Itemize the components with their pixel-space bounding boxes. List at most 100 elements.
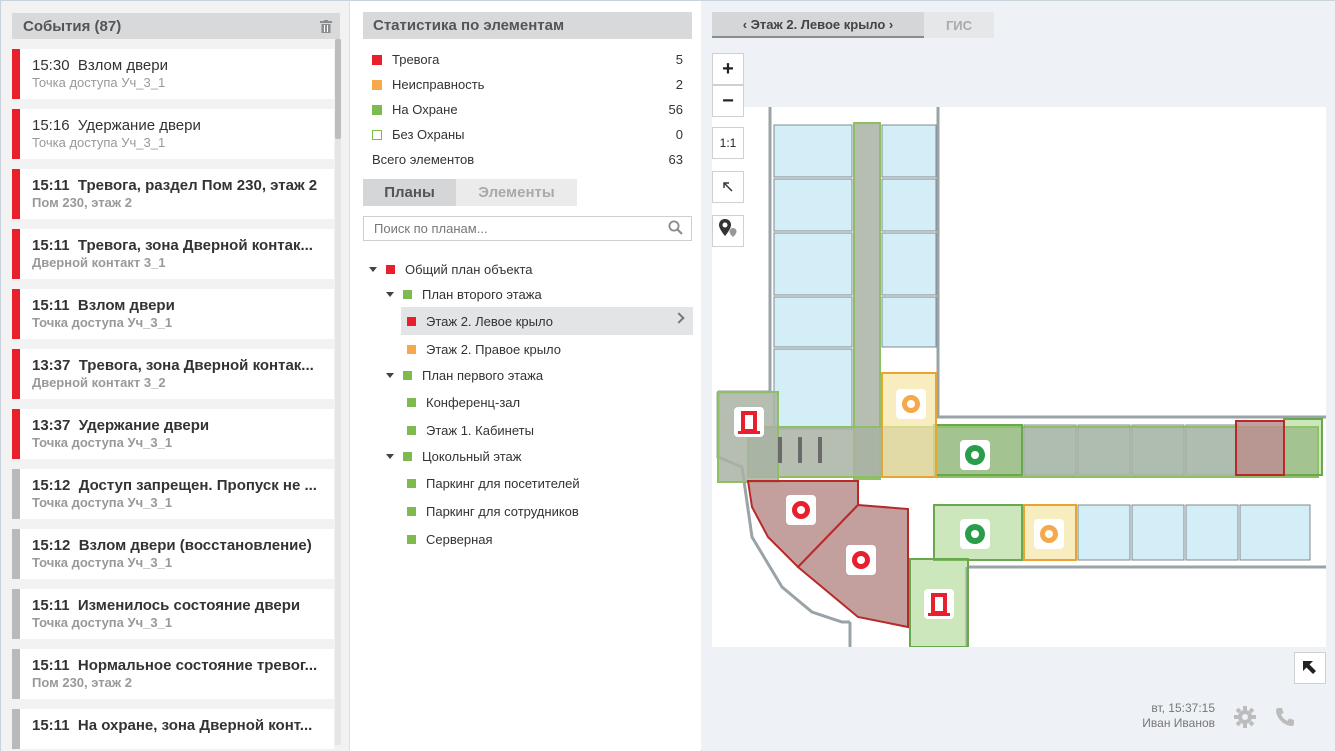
event-title: 15:11 На охране, зона Дверной конт... bbox=[32, 717, 332, 734]
search-icon[interactable] bbox=[668, 220, 683, 238]
event-time: 15:11 bbox=[32, 177, 70, 194]
event-time: 15:11 bbox=[32, 597, 70, 614]
tab-elements[interactable]: Элементы bbox=[456, 179, 577, 206]
stat-total-value: 63 bbox=[668, 152, 683, 167]
stats-header: Статистика по элементам bbox=[363, 12, 692, 39]
event-time: 13:37 bbox=[32, 417, 71, 434]
event-text: Изменилось состояние двери bbox=[77, 597, 301, 614]
event-time: 15:11 bbox=[32, 657, 70, 674]
event-title: 15:11 Взлом двери bbox=[32, 297, 332, 314]
event-item[interactable]: 13:37 Удержание двери Точка доступа Уч_3_… bbox=[12, 409, 334, 459]
event-item[interactable]: 15:16 Удержание двери Точка доступа Уч_3_… bbox=[12, 109, 334, 159]
tree-item[interactable]: Общий план объекта bbox=[363, 257, 693, 282]
stat-value: 2 bbox=[675, 77, 683, 92]
status-datetime: вт, 15:37:15 bbox=[1151, 701, 1215, 715]
event-time: 15:11 bbox=[32, 297, 70, 314]
status-color-swatch bbox=[407, 425, 416, 435]
tree-item-label: Цокольный этаж bbox=[422, 449, 522, 464]
tree-item[interactable]: Конференц-зал bbox=[401, 388, 693, 416]
map-viewport[interactable]: + − 1:1 bbox=[712, 39, 1326, 648]
event-item[interactable]: 15:30 Взлом двери Точка доступа Уч_3_1 bbox=[12, 49, 334, 99]
tree-item-label: Этаж 2. Левое крыло bbox=[426, 313, 553, 329]
event-title: 15:30 Взлом двери bbox=[32, 57, 332, 74]
event-item[interactable]: 15:12 Взлом двери (восстановление) Точка … bbox=[12, 529, 334, 579]
event-item[interactable]: 13:37 Тревога, зона Дверной контак... Две… bbox=[12, 349, 334, 399]
stat-row: На Охране 56 bbox=[372, 97, 683, 122]
expand-arrow-icon bbox=[1303, 661, 1316, 674]
event-item[interactable]: 15:11 Взлом двери Точка доступа Уч_3_1 bbox=[12, 289, 334, 339]
events-scroll-thumb[interactable] bbox=[335, 39, 341, 139]
tree-item-label: Паркинг для сотрудников bbox=[426, 503, 579, 519]
zoom-in-button[interactable]: + bbox=[712, 53, 744, 85]
tab-floor-plan[interactable]: ‹ Этаж 2. Левое крыло › bbox=[712, 12, 924, 38]
expand-caret-icon[interactable] bbox=[386, 292, 394, 297]
tree-item-label: Паркинг для посетителей bbox=[426, 475, 580, 491]
tree-item[interactable]: Паркинг для сотрудников bbox=[401, 497, 693, 525]
event-text: Тревога, зона Дверной контак... bbox=[78, 357, 314, 374]
tree-item[interactable]: Паркинг для посетителей bbox=[401, 469, 693, 497]
event-time: 13:37 bbox=[32, 357, 71, 374]
phone-icon[interactable] bbox=[1274, 706, 1296, 728]
event-source: Дверной контакт 3_2 bbox=[32, 375, 166, 390]
event-title: 13:37 Тревога, зона Дверной контак... bbox=[32, 357, 332, 374]
expand-map-button[interactable] bbox=[1294, 652, 1326, 684]
floor-plan-canvas[interactable] bbox=[712, 107, 1326, 648]
event-item[interactable]: 15:12 Доступ запрещен. Пропуск не ... Точ… bbox=[12, 469, 334, 519]
expand-caret-icon[interactable] bbox=[386, 373, 394, 378]
tab-plans[interactable]: Планы bbox=[363, 179, 456, 206]
event-title: 15:16 Удержание двери bbox=[32, 117, 332, 134]
status-color-swatch bbox=[407, 506, 416, 516]
events-list[interactable]: 15:30 Взлом двери Точка доступа Уч_3_1 15:… bbox=[12, 49, 334, 749]
gear-icon[interactable] bbox=[1234, 706, 1256, 728]
tree-item-label: Серверная bbox=[426, 531, 493, 547]
event-source: Точка доступа Уч_3_1 bbox=[32, 135, 166, 150]
event-item[interactable]: 15:11 Нормальное состояние тревог... Пом … bbox=[12, 649, 334, 699]
tree-item[interactable]: План второго этажа bbox=[363, 282, 693, 307]
status-color-swatch bbox=[372, 79, 382, 90]
event-text: Удержание двери bbox=[77, 117, 201, 134]
stat-total-label: Всего элементов bbox=[372, 152, 475, 167]
event-text: Доступ запрещен. Пропуск не ... bbox=[78, 477, 317, 494]
plan-search-input[interactable]: Поиск по планам... bbox=[363, 216, 692, 241]
select-tool-button[interactable] bbox=[712, 171, 744, 203]
event-text: Взлом двери (восстановление) bbox=[78, 537, 312, 554]
tree-item[interactable]: Серверная bbox=[401, 525, 693, 553]
plans-tabs: Планы Элементы bbox=[363, 179, 577, 206]
events-title: События (87) bbox=[23, 17, 122, 35]
plans-tree: Общий план объекта План второго этажа Этаж… bbox=[363, 257, 693, 553]
cursor-arrow-icon bbox=[722, 176, 734, 199]
zoom-reset-button[interactable]: 1:1 bbox=[712, 127, 744, 159]
event-item[interactable]: 15:11 Тревога, раздел Пом 230, этаж 2 Пом… bbox=[12, 169, 334, 219]
tree-item[interactable]: Этаж 1. Кабинеты bbox=[401, 416, 693, 444]
event-text: Тревога, зона Дверной контак... bbox=[77, 237, 313, 254]
event-text: Тревога, раздел Пом 230, этаж 2 bbox=[77, 177, 318, 194]
event-source: Пом 230, этаж 2 bbox=[32, 675, 132, 690]
event-item[interactable]: 15:11 На охране, зона Дверной конт... bbox=[12, 709, 334, 749]
tree-item[interactable]: Этаж 2. Левое крыло bbox=[401, 307, 693, 335]
map-panel: ‹ Этаж 2. Левое крыло › ГИС + − 1:1 вт, … bbox=[702, 1, 1335, 751]
events-header: События (87) bbox=[12, 13, 340, 39]
event-title: 13:37 Удержание двери bbox=[32, 417, 332, 434]
stat-label: Неисправность bbox=[392, 77, 485, 92]
event-text: Нормальное состояние тревог... bbox=[77, 657, 318, 674]
event-item[interactable]: 15:11 Тревога, зона Дверной контак... Две… bbox=[12, 229, 334, 279]
stat-label: На Охране bbox=[392, 102, 458, 117]
expand-caret-icon[interactable] bbox=[386, 454, 394, 459]
tree-item[interactable]: Этаж 2. Правое крыло bbox=[401, 335, 693, 363]
tab-gis[interactable]: ГИС bbox=[924, 12, 994, 38]
floor-plan-drawing bbox=[716, 107, 1326, 648]
status-color-swatch bbox=[372, 129, 382, 140]
event-item[interactable]: 15:11 Изменилось состояние двери Точка до… bbox=[12, 589, 334, 639]
chevron-right-icon[interactable] bbox=[673, 312, 685, 324]
trash-icon[interactable] bbox=[320, 19, 332, 33]
expand-caret-icon[interactable] bbox=[369, 267, 377, 272]
search-placeholder[interactable]: Поиск по планам... bbox=[374, 221, 668, 236]
stat-row: Тревога 5 bbox=[372, 47, 683, 72]
locate-button[interactable] bbox=[712, 215, 744, 247]
event-source: Точка доступа Уч_3_1 bbox=[32, 75, 166, 90]
tree-item[interactable]: Цокольный этаж bbox=[363, 444, 693, 469]
tree-item-label: Общий план объекта bbox=[405, 262, 533, 277]
tree-item[interactable]: План первого этажа bbox=[363, 363, 693, 388]
zoom-out-button[interactable]: − bbox=[712, 85, 744, 117]
events-scrollbar[interactable] bbox=[335, 39, 341, 745]
